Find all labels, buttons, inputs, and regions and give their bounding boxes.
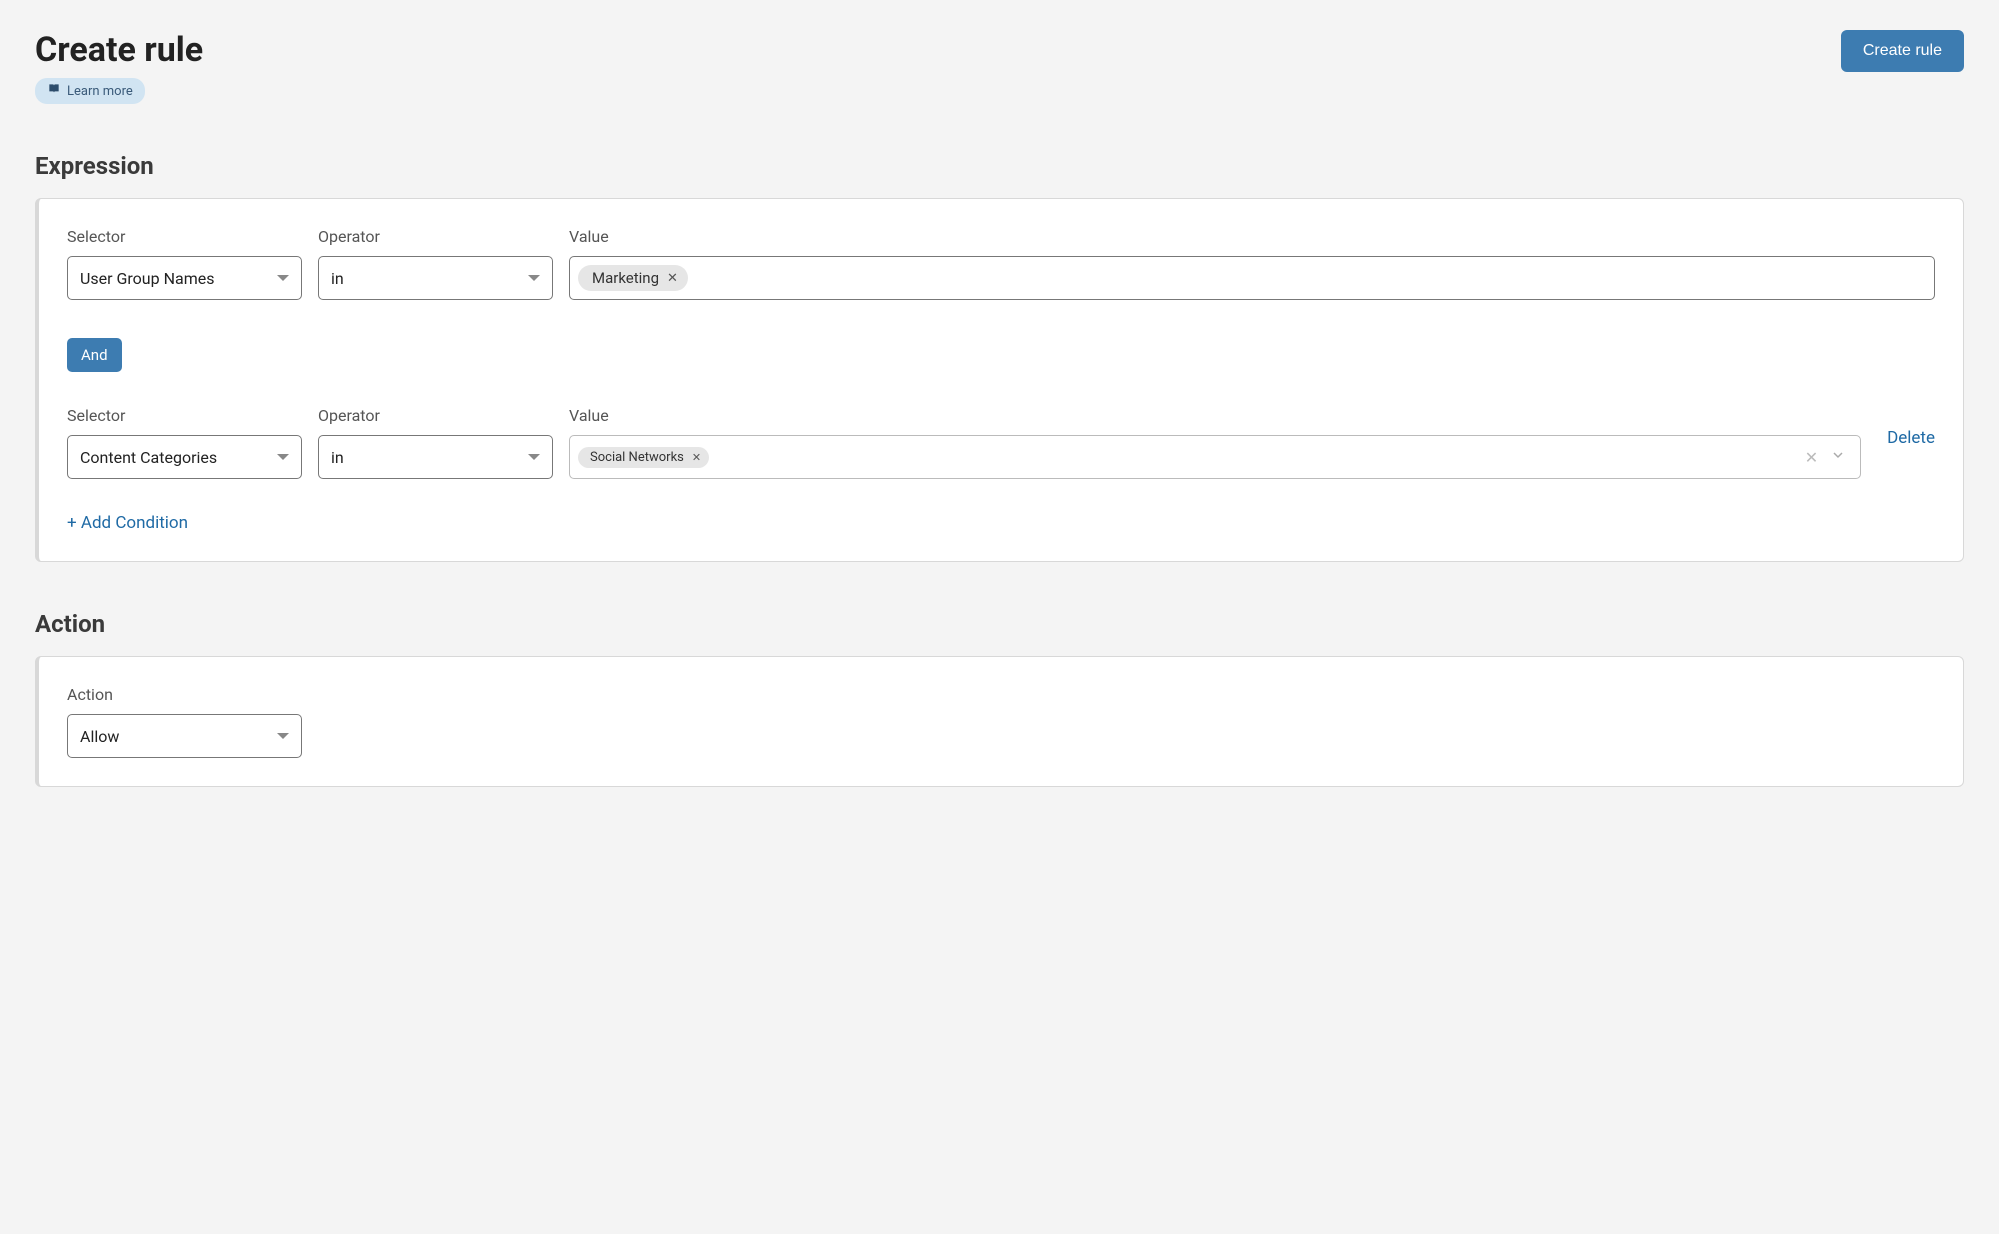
tag-label: Social Networks: [590, 450, 684, 465]
expression-panel: Selector User Group Names Operator in Va…: [35, 198, 1964, 562]
value-field: Value Marketing ✕: [569, 227, 1935, 300]
operator-field: Operator in: [318, 227, 553, 300]
boolean-joiner[interactable]: And: [67, 338, 122, 372]
selector-value: User Group Names: [80, 269, 214, 288]
selector-dropdown[interactable]: User Group Names: [67, 256, 302, 300]
value-tag[interactable]: Social Networks ✕: [578, 447, 709, 468]
delete-condition-link[interactable]: Delete: [1887, 428, 1935, 458]
caret-down-icon: [277, 733, 289, 739]
operator-field: Operator in: [318, 406, 553, 479]
create-rule-button[interactable]: Create rule: [1841, 30, 1964, 72]
value-input[interactable]: Marketing ✕: [569, 256, 1935, 300]
expression-section-title: Expression: [35, 152, 1964, 180]
operator-value: in: [331, 448, 344, 467]
chevron-down-icon[interactable]: [1830, 447, 1846, 467]
selector-dropdown[interactable]: Content Categories: [67, 435, 302, 479]
learn-more-label: Learn more: [67, 84, 133, 99]
title-block: Create rule Learn more: [35, 30, 203, 104]
condition-row: Selector Content Categories Operator in …: [67, 406, 1935, 479]
caret-down-icon: [277, 275, 289, 281]
value-label: Value: [569, 406, 1861, 425]
operator-dropdown[interactable]: in: [318, 256, 553, 300]
remove-tag-icon[interactable]: ✕: [692, 452, 701, 463]
action-panel: Action Allow: [35, 656, 1964, 787]
value-field: Value Social Networks ✕ ✕: [569, 406, 1861, 479]
action-label: Action: [67, 685, 1935, 704]
caret-down-icon: [528, 275, 540, 281]
selector-label: Selector: [67, 406, 302, 425]
operator-label: Operator: [318, 227, 553, 246]
clear-all-icon[interactable]: ✕: [1805, 448, 1818, 467]
action-field: Action Allow: [67, 685, 1935, 758]
operator-label: Operator: [318, 406, 553, 425]
remove-tag-icon[interactable]: ✕: [667, 272, 678, 285]
value-multiselect[interactable]: Social Networks ✕ ✕: [569, 435, 1861, 479]
operator-dropdown[interactable]: in: [318, 435, 553, 479]
book-icon: [47, 82, 61, 100]
page-header: Create rule Learn more Create rule: [35, 30, 1964, 104]
caret-down-icon: [277, 454, 289, 460]
multiselect-controls: ✕: [1805, 447, 1852, 467]
action-section-title: Action: [35, 610, 1964, 638]
caret-down-icon: [528, 454, 540, 460]
selector-field: Selector User Group Names: [67, 227, 302, 300]
selector-label: Selector: [67, 227, 302, 246]
operator-value: in: [331, 269, 344, 288]
selector-value: Content Categories: [80, 448, 217, 467]
add-condition-link[interactable]: + Add Condition: [67, 513, 188, 533]
tag-label: Marketing: [592, 269, 659, 287]
learn-more-link[interactable]: Learn more: [35, 78, 145, 104]
page-title: Create rule: [35, 30, 203, 70]
condition-row: Selector User Group Names Operator in Va…: [67, 227, 1935, 300]
value-tag[interactable]: Marketing ✕: [578, 265, 688, 291]
selector-field: Selector Content Categories: [67, 406, 302, 479]
value-label: Value: [569, 227, 1935, 246]
action-value: Allow: [80, 727, 119, 746]
action-dropdown[interactable]: Allow: [67, 714, 302, 758]
